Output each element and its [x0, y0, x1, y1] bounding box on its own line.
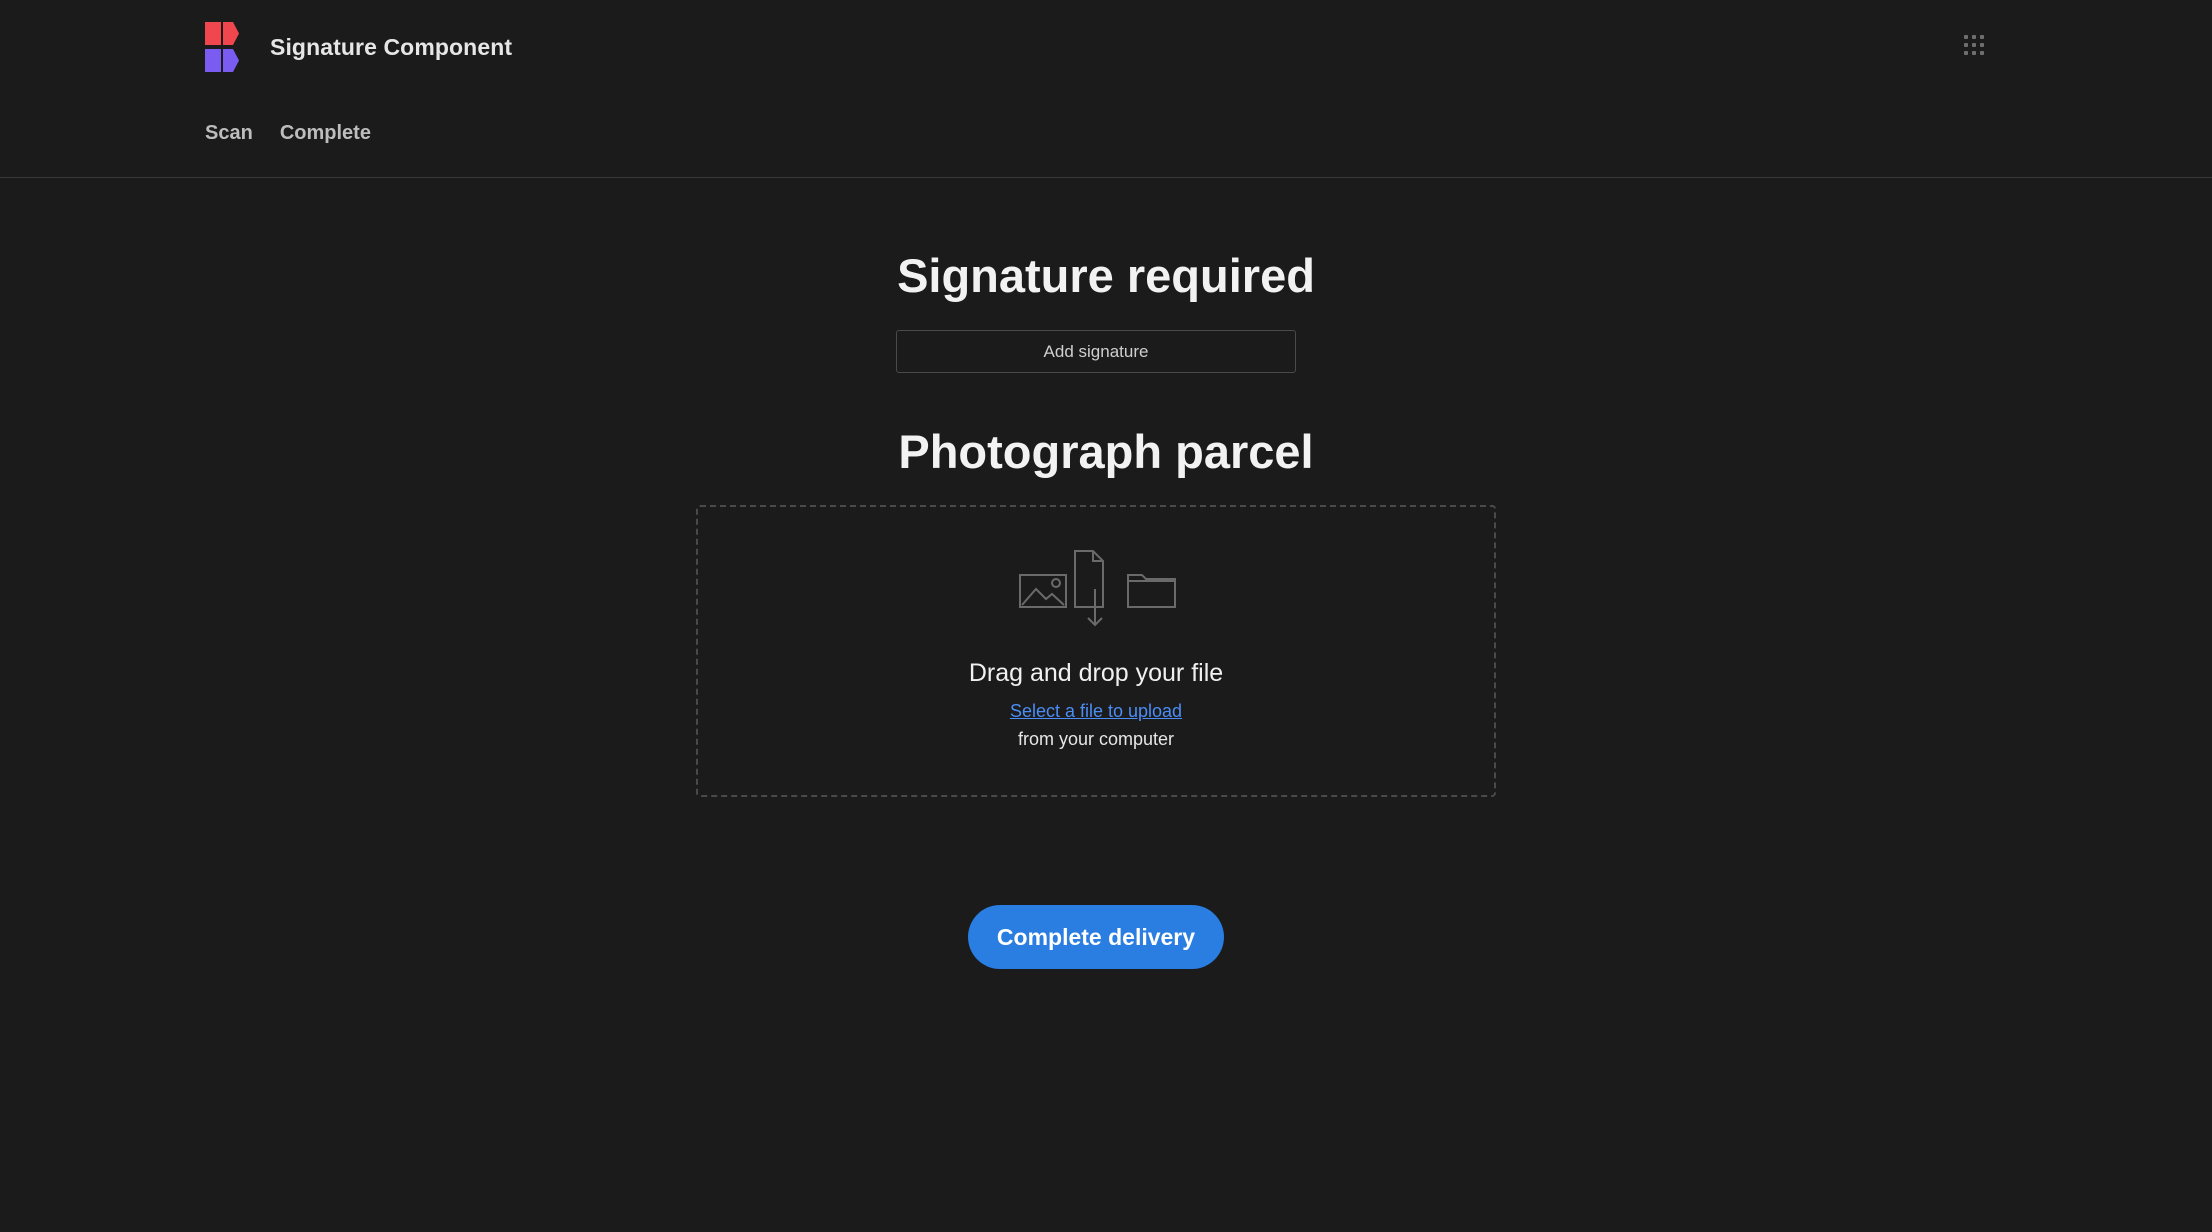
complete-delivery-button[interactable]: Complete delivery: [968, 905, 1224, 969]
dropzone-subtitle: from your computer: [1017, 729, 1175, 749]
nav-item-scan[interactable]: Scan: [205, 122, 253, 145]
add-signature-button[interactable]: Add signature: [896, 330, 1296, 373]
nav-item-complete[interactable]: Complete: [280, 122, 371, 145]
file-dropzone[interactable]: Drag and drop your file Select a file to…: [696, 505, 1496, 797]
brand-logo-icon: [205, 22, 239, 72]
select-file-link[interactable]: Select a file to upload: [1010, 701, 1182, 721]
app-title: Signature Component: [270, 33, 513, 60]
signature-heading: Signature required: [897, 249, 1315, 302]
dropzone-link-row: Select a file to upload: [698, 701, 1494, 722]
main-nav: Scan Complete: [205, 122, 371, 145]
app-grid-icon[interactable]: [1962, 33, 1986, 57]
top-bar: Signature Component Scan Complete: [0, 0, 2212, 178]
file-upload-illustration-icon: [1019, 550, 1176, 627]
brand[interactable]: Signature Component: [205, 22, 512, 72]
photograph-heading: Photograph parcel: [898, 425, 1314, 478]
dropzone-title: Drag and drop your file: [968, 659, 1224, 687]
